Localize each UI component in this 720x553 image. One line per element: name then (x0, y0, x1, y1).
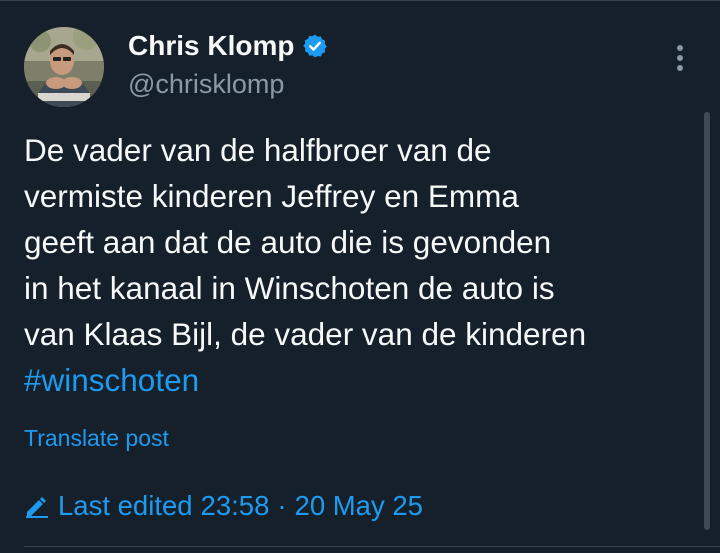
tweet-text-line: in het kanaal in Winschoten de auto is (24, 270, 555, 306)
scrollbar[interactable] (704, 112, 710, 530)
edited-prefix: Last edited (58, 490, 193, 521)
avatar[interactable] (24, 27, 104, 107)
edit-history-link[interactable]: Last edited 23:58 · 20 May 25 (24, 489, 423, 523)
author-display-name[interactable]: Chris Klomp (128, 29, 294, 63)
tweet-text-line: vermiste kinderen Jeffrey en Emma (24, 178, 519, 214)
pencil-icon (24, 494, 50, 518)
tweet-card: Chris Klomp @chrisklomp De vader van de … (0, 0, 720, 553)
more-options-button[interactable] (664, 42, 696, 78)
tweet-text: De vader van de halfbroer van de vermist… (24, 127, 684, 403)
hashtag-link[interactable]: #winschoten (24, 357, 684, 403)
top-divider (0, 0, 720, 1)
translate-post-link[interactable]: Translate post (24, 423, 169, 453)
tweet-text-line: van Klaas Bijl, de vader van de kinderen (24, 316, 587, 352)
tweet-text-line: geeft aan dat de auto die is gevonden (24, 224, 552, 260)
bottom-divider (24, 546, 720, 547)
tweet-text-line: De vader van de halfbroer van de (24, 132, 492, 168)
edited-time: 23:58 (200, 490, 270, 521)
edited-separator: · (277, 490, 287, 521)
more-vertical-icon (676, 44, 684, 77)
author-handle[interactable]: @chrisklomp (128, 67, 284, 101)
edited-date: 20 May 25 (294, 490, 423, 521)
verified-badge-icon[interactable] (302, 33, 328, 59)
author-name-row: Chris Klomp (128, 29, 328, 63)
